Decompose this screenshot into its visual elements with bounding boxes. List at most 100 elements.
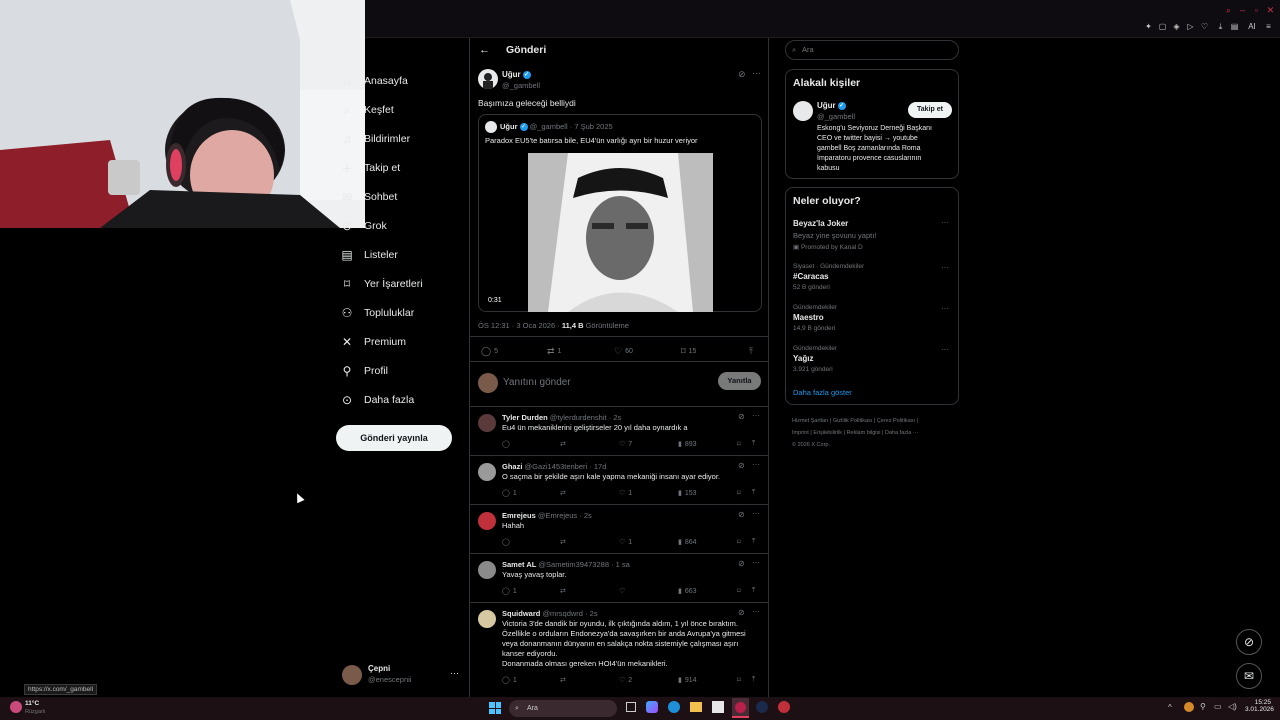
- reply-button[interactable]: ◯: [502, 440, 513, 448]
- network-icon[interactable]: ▭: [1214, 702, 1222, 711]
- reply-button[interactable]: ◯ 1: [502, 587, 517, 596]
- follow-button[interactable]: Takip et: [908, 102, 952, 118]
- reply-author-handle[interactable]: @Gazi1453tenberi: [525, 462, 588, 471]
- more-dots-icon[interactable]: ···: [941, 218, 949, 227]
- views-button[interactable]: ▮ 153: [678, 489, 697, 498]
- trend-item[interactable]: Siyaset · Gündemdekiler #Caracas 52 B gö…: [793, 263, 953, 291]
- nav-item-grok[interactable]: ⊘ Grok: [340, 216, 387, 236]
- nav-item-chat[interactable]: ✉ Sohbet: [340, 187, 397, 207]
- avatar[interactable]: [478, 69, 498, 89]
- bookmark-button[interactable]: ⌑: [737, 538, 741, 546]
- reply-item[interactable]: Ghazi @Gazi1453tenberi · 17d ⊘ ··· O saçma …: [470, 455, 768, 504]
- messages-fab-button[interactable]: ✉: [1236, 663, 1262, 689]
- post-author-name[interactable]: Uğur ✓: [502, 70, 531, 79]
- like-button[interactable]: ♡ 1: [619, 538, 632, 547]
- reply-item[interactable]: Samet AL @Sametim39473288 · 1 sa ⊘ ··· Yava…: [470, 553, 768, 602]
- share-button[interactable]: ⤒: [752, 538, 755, 546]
- reply-author-name[interactable]: Tyler Durden: [502, 413, 548, 422]
- share-button[interactable]: ⤒: [752, 587, 755, 595]
- trend-item[interactable]: Gündemdekiler Yağız 3.921 gönderi: [793, 345, 953, 373]
- avatar[interactable]: [478, 463, 496, 481]
- more-dots-icon[interactable]: ···: [941, 345, 949, 354]
- show-more-link[interactable]: Daha fazla göster: [793, 388, 852, 397]
- trend-item[interactable]: Beyaz'la Joker Beyaz yine şovunu yaptı! …: [793, 219, 953, 251]
- task-view-icon[interactable]: [626, 702, 636, 712]
- play-icon[interactable]: ▷: [1186, 22, 1195, 31]
- share-button[interactable]: ⤒: [752, 489, 755, 497]
- tray-chevron-icon[interactable]: ^: [1168, 703, 1172, 712]
- close-icon[interactable]: ✕: [1266, 6, 1275, 15]
- avatar[interactable]: [478, 414, 496, 432]
- repost-button[interactable]: ⇄: [560, 676, 569, 684]
- more-dots-icon[interactable]: ···: [941, 263, 949, 272]
- nav-item-notifications[interactable]: ♫ Bildirimler: [340, 129, 411, 149]
- repost-button[interactable]: ⇄: [560, 587, 569, 595]
- reply-author-name[interactable]: Emrejeus: [502, 511, 536, 520]
- person-name[interactable]: Uğur ✓: [817, 101, 846, 110]
- quote-video[interactable]: [528, 153, 713, 312]
- quoted-post[interactable]: Uğur ✓ @_gambell · 7 Şub 2025 Paradox EU5…: [478, 114, 762, 312]
- store-icon[interactable]: [712, 701, 724, 713]
- bookmark-button[interactable]: ⌑: [737, 587, 741, 595]
- wallet-icon[interactable]: ▤: [1230, 22, 1239, 31]
- nav-item-follow[interactable]: ＋ Takip et: [340, 158, 400, 178]
- search-input[interactable]: ⌕ Ara: [785, 40, 959, 60]
- menu-icon[interactable]: ≡: [1264, 22, 1273, 31]
- post-author-handle[interactable]: @_gambell: [502, 81, 540, 90]
- start-button[interactable]: [489, 702, 501, 714]
- repost-button[interactable]: ⇄: [560, 489, 569, 497]
- reply-author-handle[interactable]: @mrsqdwrd: [542, 609, 583, 618]
- reply-button[interactable]: ◯ 1: [502, 489, 517, 498]
- clock[interactable]: 15:25 3.01.2026: [1245, 699, 1274, 713]
- mic-icon[interactable]: ⚲: [1200, 702, 1206, 711]
- reply-input[interactable]: Yanıtını gönder: [503, 377, 571, 388]
- copilot-icon[interactable]: [646, 701, 658, 713]
- like-button[interactable]: ♡ 7: [619, 440, 632, 449]
- reply-author-name[interactable]: Ghazi: [502, 462, 522, 471]
- share-button[interactable]: ⤒: [749, 346, 753, 357]
- extension-icon[interactable]: ✦: [1144, 22, 1153, 31]
- nav-item-lists[interactable]: ▤ Listeler: [340, 245, 398, 265]
- nav-item-premium[interactable]: ✕ Premium: [340, 332, 406, 352]
- more-dots-icon[interactable]: ···: [752, 509, 760, 518]
- file-explorer-icon[interactable]: [690, 702, 702, 712]
- nav-item-explore[interactable]: ⌕ Keşfet: [340, 100, 394, 120]
- grok-icon[interactable]: ⊘: [738, 412, 745, 421]
- reply-button[interactable]: ◯ 5: [481, 346, 498, 357]
- footer-link[interactable]: Erişilebilirlik: [813, 430, 842, 436]
- share-button[interactable]: ⤒: [752, 440, 755, 448]
- more-dots-icon[interactable]: ···: [752, 607, 760, 616]
- avatar[interactable]: [478, 512, 496, 530]
- reply-author-name[interactable]: Samet AL: [502, 560, 536, 569]
- back-arrow-icon[interactable]: ←: [479, 44, 490, 56]
- search-window-icon[interactable]: ⌕: [1224, 6, 1233, 15]
- tray-app-icon[interactable]: [1184, 702, 1194, 712]
- views-button[interactable]: ▮ 893: [678, 440, 697, 449]
- views-button[interactable]: ▮ 663: [678, 587, 697, 596]
- reply-item[interactable]: Emrejeus @Emrejeus · 2s ⊘ ··· Hahah ◯ ⇄ ♡ 1 ▮ 864…: [470, 504, 768, 553]
- views-button[interactable]: ▮ 914: [678, 676, 697, 685]
- nav-item-more[interactable]: ⊙ Daha fazla: [340, 390, 414, 410]
- minimize-icon[interactable]: –: [1238, 6, 1247, 15]
- footer-link[interactable]: Reklam bilgisi: [847, 430, 881, 436]
- tab-icon[interactable]: ▢: [1158, 22, 1167, 31]
- like-button[interactable]: ♡ 2: [619, 676, 632, 685]
- more-dots-icon[interactable]: ···: [752, 68, 761, 78]
- ai-icon[interactable]: AI: [1244, 22, 1260, 31]
- avatar[interactable]: [793, 101, 813, 121]
- grok-icon[interactable]: ⊘: [738, 559, 745, 568]
- views-button[interactable]: ▮ 864: [678, 538, 697, 547]
- footer-link[interactable]: Daha fazla ···: [885, 430, 918, 436]
- avatar[interactable]: [478, 561, 496, 579]
- grok-icon[interactable]: ⊘: [738, 608, 745, 617]
- reply-submit-button[interactable]: Yanıtla: [718, 372, 761, 390]
- avatar[interactable]: [478, 610, 496, 628]
- footer-link[interactable]: Çerez Politikası: [877, 418, 915, 424]
- shield-icon[interactable]: ◈: [1172, 22, 1181, 31]
- reply-author-handle[interactable]: @Sametim39473288: [538, 560, 609, 569]
- reply-author-name[interactable]: Squidward: [502, 609, 540, 618]
- grok-icon[interactable]: ⊘: [738, 69, 746, 80]
- nav-item-communities[interactable]: ⚇ Topluluklar: [340, 303, 415, 323]
- heart-icon[interactable]: ♡: [1200, 22, 1209, 31]
- trend-item[interactable]: Gündemdekiler Maestro 14,9 B gönderi: [793, 304, 953, 332]
